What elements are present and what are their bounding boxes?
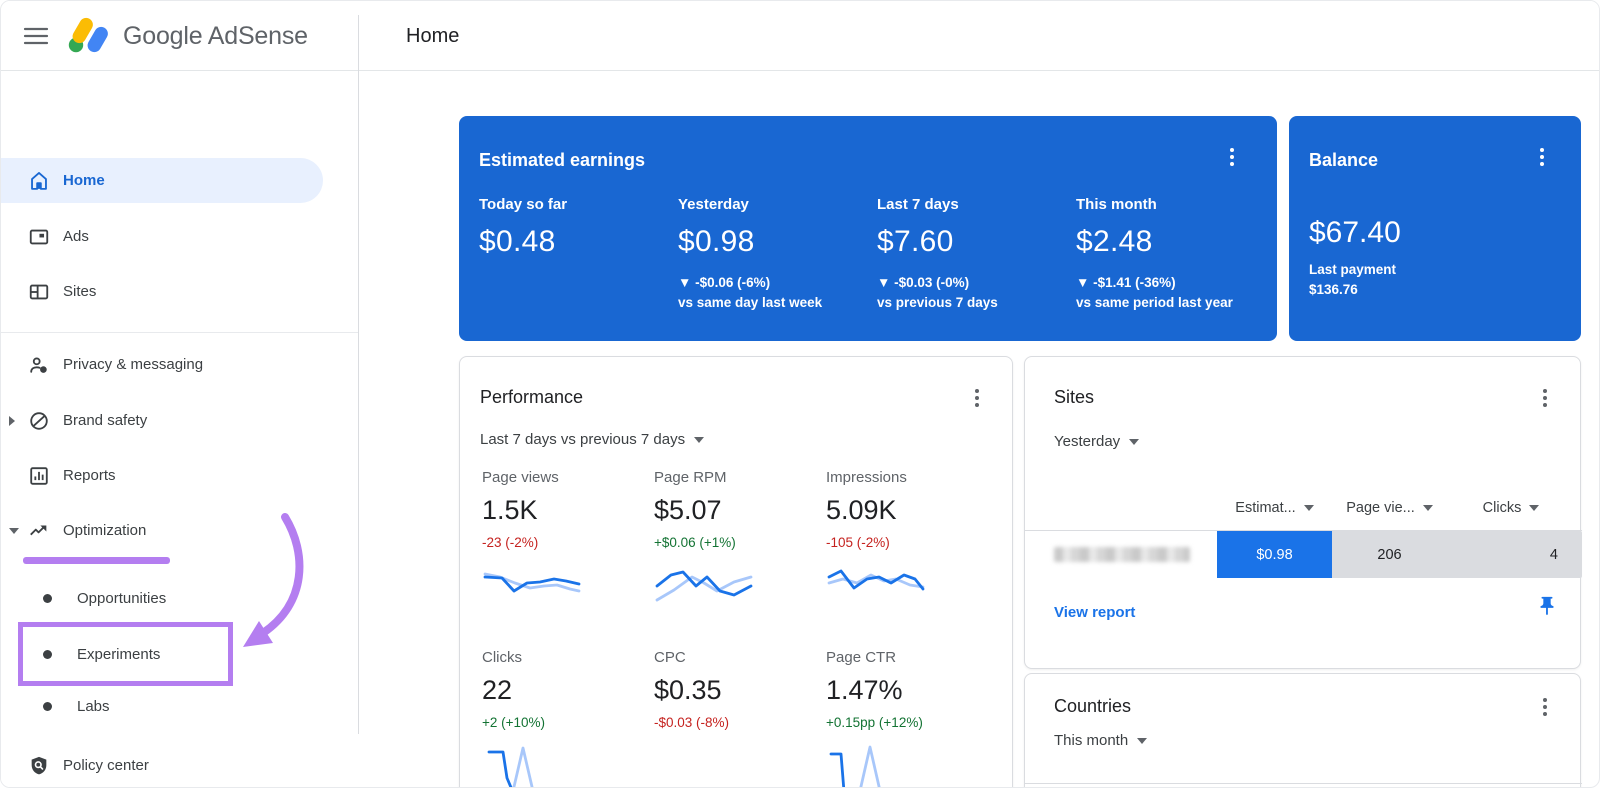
date-range-selector[interactable]: Yesterday [1054, 433, 1139, 450]
sidebar-divider [1, 332, 358, 333]
cell-page-views: 206 [1332, 531, 1447, 578]
sidebar-item-privacy-messaging[interactable]: Privacy & messaging [1, 342, 351, 387]
adsense-logo-icon [65, 12, 113, 58]
annotation-arrow [201, 501, 331, 671]
brand-safety-icon [27, 409, 51, 433]
metric-page-views: Page views 1.5K -23 (-2%) [482, 469, 654, 608]
last-payment-value: $136.76 [1309, 282, 1358, 297]
sparkline-chart [654, 564, 754, 608]
earnings-columns: Today so far $0.48 Yesterday $0.98 ▼ -$0… [479, 196, 1275, 310]
estimated-earnings-card: Estimated earnings Today so far $0.48 Ye… [459, 116, 1277, 341]
adsense-home-page: Google AdSense Home Home Ads [0, 0, 1600, 788]
date-range-selector[interactable]: This month [1054, 732, 1147, 749]
arrow-drop-down-icon [1129, 439, 1139, 445]
app-title: Google AdSense [123, 1, 308, 71]
policy-center-icon [27, 754, 51, 778]
sidebar-border [358, 71, 359, 734]
arrow-drop-down-icon [1137, 738, 1147, 744]
sidebar-item-ads[interactable]: Ads [1, 214, 351, 259]
balance-value: $67.40 [1309, 216, 1401, 250]
last-payment-label: Last payment [1309, 262, 1396, 277]
sidebar-item-sites[interactable]: Sites [1, 269, 351, 314]
home-icon [27, 169, 51, 193]
earnings-col-today: Today so far $0.48 [479, 196, 678, 310]
metric-cpc: CPC $0.35 -$0.03 (-8%) [654, 649, 826, 788]
metric-page-rpm: Page RPM $5.07 +$0.06 (+1%) [654, 469, 826, 608]
arrow-drop-down-icon [1423, 505, 1433, 511]
balance-card: Balance $67.40 Last payment $136.76 [1289, 116, 1581, 341]
site-name-redacted [1054, 547, 1190, 562]
more-options-icon[interactable] [1223, 148, 1241, 166]
cell-estimated-earnings: $0.98 [1217, 531, 1332, 578]
sites-table-header: Estimat... Page vie... Clicks [1025, 485, 1582, 530]
card-title: Sites [1054, 387, 1094, 408]
metrics-row-1: Page views 1.5K -23 (-2%) Page RPM $5.07… [482, 469, 998, 608]
chevron-down-icon[interactable] [9, 528, 19, 534]
bullet-icon [43, 594, 52, 603]
sparkline-chart [826, 744, 926, 788]
arrow-drop-down-icon [1529, 505, 1539, 511]
sidebar-item-home[interactable]: Home [1, 158, 323, 203]
privacy-messaging-icon [27, 353, 51, 377]
column-header-estimated-earnings[interactable]: Estimat... [1217, 485, 1332, 530]
table-row[interactable]: $0.98 206 4 [1025, 531, 1582, 578]
column-header-clicks[interactable]: Clicks [1447, 485, 1575, 530]
metric-page-ctr: Page CTR 1.47% +0.15pp (+12%) [826, 649, 998, 788]
table-divider [1025, 783, 1582, 784]
chevron-right-icon[interactable] [9, 416, 15, 426]
annotation-underline [23, 557, 170, 564]
sites-card: Sites Yesterday Estimat... Page vie... C… [1024, 356, 1581, 669]
sidebar-item-reports[interactable]: Reports [1, 453, 351, 498]
header-divider [358, 15, 359, 71]
page-title: Home [406, 1, 459, 71]
more-options-icon[interactable] [1533, 148, 1551, 166]
more-options-icon[interactable] [1536, 389, 1554, 407]
sites-icon [27, 280, 51, 304]
more-options-icon[interactable] [968, 389, 986, 407]
arrow-drop-down-icon [1304, 505, 1314, 511]
view-report-link[interactable]: View report [1054, 604, 1135, 621]
column-header-page-views[interactable]: Page vie... [1332, 485, 1447, 530]
top-app-bar: Google AdSense Home [1, 1, 1599, 71]
earnings-col-yesterday: Yesterday $0.98 ▼ -$0.06 (-6%) vs same d… [678, 196, 877, 310]
arrow-drop-down-icon [694, 437, 704, 443]
card-title: Countries [1054, 696, 1131, 717]
countries-card: Countries This month [1024, 673, 1581, 788]
cell-clicks: 4 [1447, 531, 1582, 578]
menu-icon[interactable] [23, 24, 49, 48]
performance-card: Performance Last 7 days vs previous 7 da… [459, 356, 1013, 788]
reports-icon [27, 464, 51, 488]
earnings-col-last7days: Last 7 days $7.60 ▼ -$0.03 (-0%) vs prev… [877, 196, 1076, 310]
metric-clicks: Clicks 22 +2 (+10%) [482, 649, 654, 788]
metrics-row-2: Clicks 22 +2 (+10%) CPC $0.35 -$0.03 (-8… [482, 649, 998, 788]
ads-icon [27, 225, 51, 249]
sidebar-item-labs[interactable]: Labs [1, 684, 351, 729]
optimization-icon [27, 519, 51, 543]
bullet-icon [43, 702, 52, 711]
sparkline-chart [482, 564, 582, 608]
more-options-icon[interactable] [1536, 698, 1554, 716]
sparkline-chart [654, 744, 754, 788]
date-range-selector[interactable]: Last 7 days vs previous 7 days [480, 431, 704, 448]
pin-icon[interactable] [1536, 595, 1558, 617]
card-title: Estimated earnings [479, 150, 645, 171]
metric-impressions: Impressions 5.09K -105 (-2%) [826, 469, 998, 608]
card-title: Balance [1309, 150, 1378, 171]
earnings-col-thismonth: This month $2.48 ▼ -$1.41 (-36%) vs same… [1076, 196, 1275, 310]
sidebar-item-brand-safety[interactable]: Brand safety [1, 398, 351, 443]
sparkline-chart [482, 744, 582, 788]
sidebar-nav: Home Ads Sites [1, 71, 358, 788]
card-title: Performance [480, 387, 583, 408]
sparkline-chart [826, 564, 926, 608]
sidebar-item-policy-center[interactable]: Policy center [1, 743, 351, 788]
